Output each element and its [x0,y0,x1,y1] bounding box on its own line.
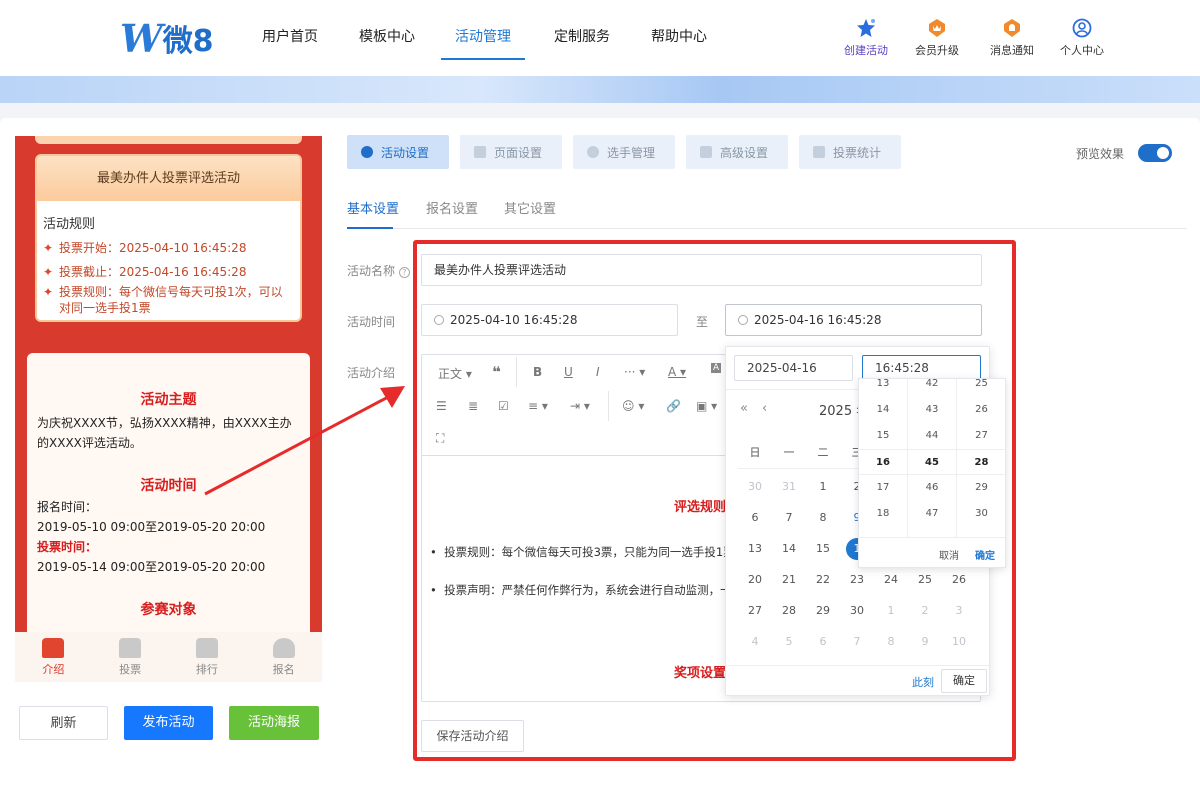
preview-card-top [35,136,302,144]
personal-center-button[interactable]: 个人中心 [1052,18,1112,58]
crown-icon [195,638,218,658]
preview-tab-vote[interactable]: 投票 [92,632,169,682]
subtab-divider [347,228,1187,229]
highlight-frame [413,240,1016,761]
step-contestant-management[interactable]: 选手管理 [573,135,675,169]
subtab-signup-settings[interactable]: 报名设置 [426,198,478,217]
step-activity-settings[interactable]: 活动设置 [347,135,449,169]
page-icon [474,146,486,158]
home-icon [119,638,142,658]
nav-activity-management[interactable]: 活动管理 [441,26,525,60]
preview-vote-time: 2019-05-14 09:00至2019-05-20 20:00 [37,560,266,574]
nav-template-center[interactable]: 模板中心 [359,26,415,60]
activity-time-label: 活动时间 [347,315,396,329]
preview-tab-intro[interactable]: 介绍 [15,632,92,682]
member-upgrade-label: 会员升级 [915,44,959,57]
nav-help-center[interactable]: 帮助中心 [651,26,707,60]
chart-icon [813,146,825,158]
subtab-active-indicator [347,227,393,229]
create-activity-button[interactable]: 创建活动 [836,18,896,58]
preview-rule: ✦ 投票规则：每个微信号每天可投1次，可以对同一选手投1票 [43,285,283,315]
user-icon [272,638,295,658]
star-icon [857,19,875,37]
preview-toggle[interactable] [1138,144,1172,162]
pointer-arrow [204,386,405,496]
preview-activity-title: 最美办件人投票评选活动 [37,156,300,201]
crown-badge-icon [929,19,945,37]
heart-icon [361,146,373,158]
step-page-settings[interactable]: 页面设置 [460,135,562,169]
notification-label: 消息通知 [990,44,1034,57]
step-advanced-settings[interactable]: 高级设置 [686,135,788,169]
preview-rule: ✦ 投票截止：2025-04-16 16:45:28 [43,265,247,279]
gift-icon [42,638,65,658]
preview-title-card: 最美办件人投票评选活动 活动规则 ✦ 投票开始：2025-04-10 16:45:… [35,154,302,322]
preview-tabbar: 介绍 投票 排行 报名 [15,632,322,682]
subtab-other-settings[interactable]: 其它设置 [504,198,556,217]
logo-text: 微8 [162,24,214,59]
logo-mark: W [120,15,163,61]
preview-target-title: 参赛对象 [140,602,197,618]
banner-strip [0,76,1200,103]
logo[interactable]: W 微8 [120,15,214,61]
user-icon [587,146,599,158]
publish-activity-button[interactable]: 发布活动 [124,706,213,740]
user-icon [1072,18,1092,38]
help-icon[interactable]: ? [398,267,410,278]
refresh-button[interactable]: 刷新 [19,706,108,740]
bell-badge-icon [1004,19,1020,37]
preview-vote-label: 投票时间： [37,540,98,554]
step-vote-statistics[interactable]: 投票统计 [799,135,901,169]
star-bullet-icon: ✦ [43,265,54,279]
preview-tab-signup[interactable]: 报名 [245,632,322,682]
star-bullet-icon: ✦ [43,285,54,299]
nav-user-home[interactable]: 用户首页 [262,26,318,60]
preview-rule: ✦ 投票开始：2025-04-10 16:45:28 [43,241,247,255]
subtab-basic-settings[interactable]: 基本设置 [347,198,399,217]
notification-button[interactable]: 消息通知 [982,18,1042,58]
activity-poster-button[interactable]: 活动海报 [229,706,319,740]
activity-name-label: 活动名称 ? [347,262,410,279]
preview-signup-time: 2019-05-10 09:00至2019-05-20 20:00 [37,520,266,534]
preview-toggle-label: 预览效果 [1076,147,1125,161]
preview-rules-title: 活动规则 [43,217,96,232]
member-upgrade-button[interactable]: 会员升级 [907,18,967,58]
activity-intro-label: 活动介绍 [347,366,396,380]
personal-center-label: 个人中心 [1060,44,1104,57]
preview-tab-rank[interactable]: 排行 [169,632,246,682]
nav-custom-service[interactable]: 定制服务 [554,26,610,60]
settings-icon [700,146,712,158]
create-activity-label: 创建活动 [844,44,888,57]
star-bullet-icon: ✦ [43,241,54,255]
